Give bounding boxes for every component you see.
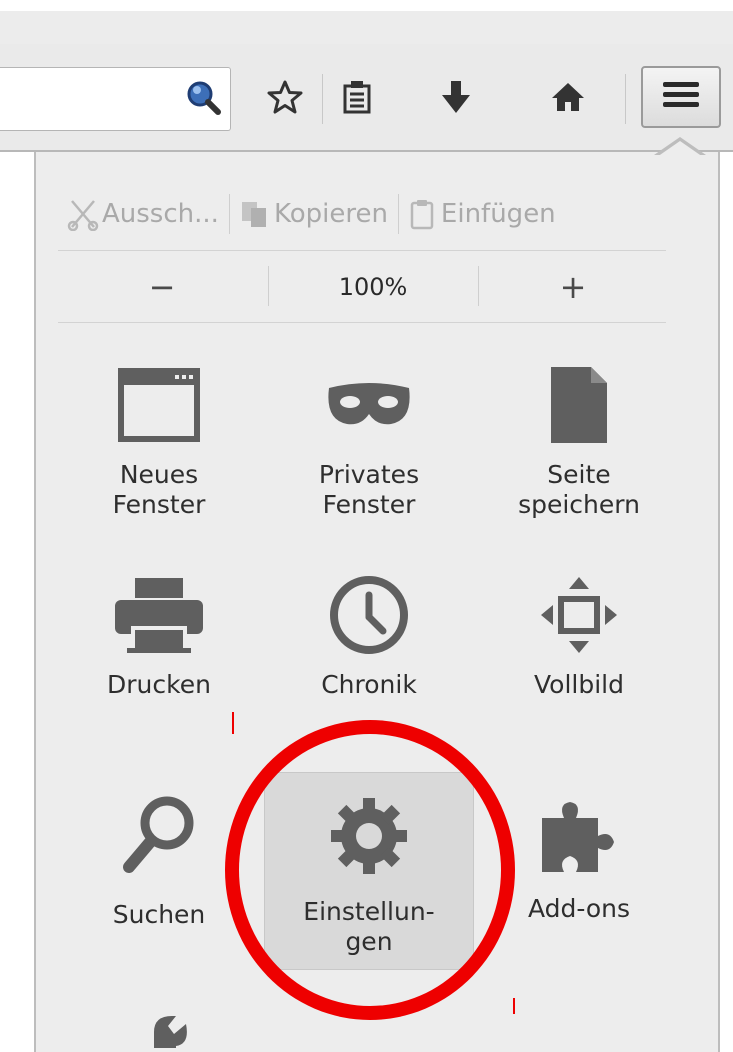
print-button[interactable]: Drucken bbox=[54, 560, 264, 730]
fullscreen-label: Vollbild bbox=[534, 670, 624, 699]
copy-icon bbox=[240, 199, 270, 229]
fullscreen-arrows-icon bbox=[474, 560, 684, 670]
highlight-circle bbox=[225, 720, 515, 1020]
hamburger-icon bbox=[661, 79, 701, 115]
edit-controls: Aussch... Kopieren Einfügen bbox=[66, 188, 666, 240]
download-arrow-icon[interactable] bbox=[433, 74, 479, 120]
scissors-icon bbox=[66, 197, 100, 231]
fullscreen-button[interactable]: Vollbild bbox=[474, 560, 684, 730]
new-window-label: Neues Fenster bbox=[112, 460, 206, 519]
edit-separator bbox=[228, 194, 230, 234]
reading-list-icon[interactable] bbox=[334, 74, 380, 120]
zoom-separator bbox=[478, 266, 479, 306]
history-button[interactable]: Chronik bbox=[264, 560, 474, 730]
save-page-button[interactable]: Seite speichern bbox=[474, 350, 684, 530]
document-icon bbox=[474, 350, 684, 460]
window-icon bbox=[54, 350, 264, 460]
annotation-tick bbox=[513, 998, 515, 1014]
print-label: Drucken bbox=[107, 670, 211, 699]
toolbar-separator bbox=[322, 74, 323, 124]
tab-strip bbox=[0, 0, 733, 45]
new-window-button[interactable]: Neues Fenster bbox=[54, 350, 264, 530]
navigation-toolbar bbox=[0, 44, 733, 152]
edit-separator bbox=[397, 194, 399, 234]
home-icon[interactable] bbox=[545, 74, 591, 120]
annotation-tick bbox=[232, 712, 234, 734]
zoom-in-button[interactable]: + bbox=[480, 252, 666, 322]
tab-strip-bar bbox=[0, 11, 733, 45]
history-label: Chronik bbox=[321, 670, 417, 699]
wrench-icon bbox=[146, 1010, 196, 1048]
private-window-label: Privates Fenster bbox=[318, 460, 420, 519]
star-icon[interactable] bbox=[262, 74, 308, 120]
zoom-reset-button[interactable]: 100% bbox=[270, 252, 476, 322]
open-menu-button[interactable] bbox=[641, 66, 721, 128]
separator-line bbox=[58, 250, 666, 251]
mask-icon bbox=[264, 350, 474, 460]
magnifier-icon[interactable] bbox=[184, 78, 224, 122]
developer-button[interactable] bbox=[134, 1008, 204, 1048]
url-bar[interactable] bbox=[0, 67, 231, 131]
paste-button[interactable]: Einfügen bbox=[409, 188, 556, 240]
cut-label: Aussch... bbox=[102, 199, 219, 229]
paste-label: Einfügen bbox=[440, 199, 556, 229]
separator-line bbox=[58, 322, 666, 323]
copy-button[interactable]: Kopieren bbox=[240, 188, 388, 240]
clock-icon bbox=[264, 560, 474, 670]
printer-icon bbox=[54, 560, 264, 670]
toolbar-separator bbox=[625, 74, 626, 124]
copy-label: Kopieren bbox=[273, 199, 388, 229]
save-page-label: Seite speichern bbox=[518, 460, 640, 519]
clipboard-icon bbox=[409, 198, 435, 230]
zoom-out-button[interactable]: − bbox=[58, 252, 266, 322]
zoom-separator bbox=[268, 266, 269, 306]
private-window-button[interactable]: Privates Fenster bbox=[264, 350, 474, 530]
panel-arrow-fill bbox=[657, 141, 703, 157]
cut-button[interactable]: Aussch... bbox=[66, 188, 219, 240]
zoom-controls: − 100% + bbox=[58, 252, 666, 322]
